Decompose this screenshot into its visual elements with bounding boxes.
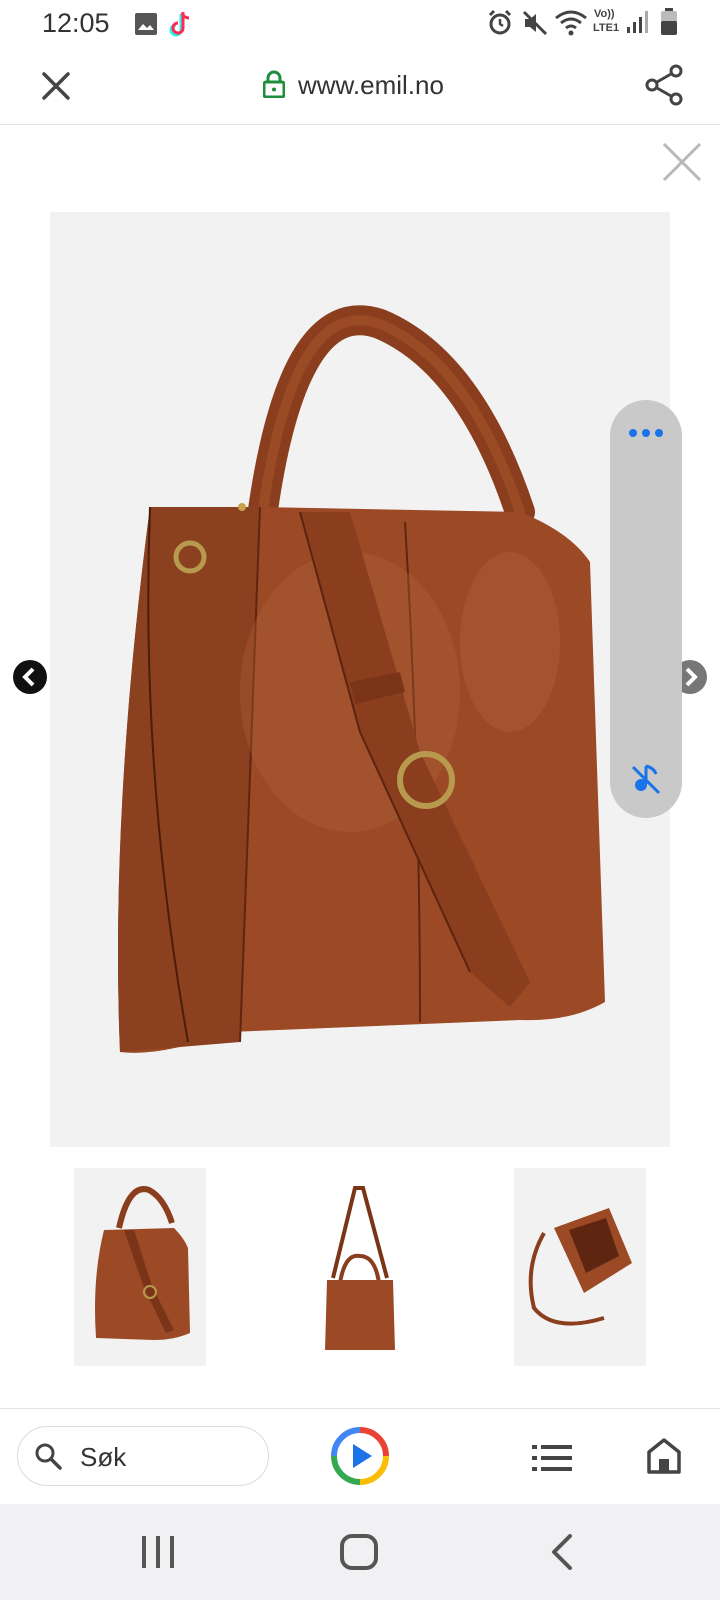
more-icon[interactable] [628, 428, 664, 438]
floating-media-panel[interactable] [610, 400, 682, 818]
thumbnail-3[interactable] [514, 1168, 646, 1366]
thumbnail-bag-front [95, 1186, 190, 1340]
search-icon [35, 1443, 62, 1470]
status-time: 12:05 [42, 8, 110, 38]
tiktok-icon [169, 12, 190, 37]
thumbnail-2[interactable] [295, 1168, 425, 1366]
url-text[interactable]: www.emil.no [298, 70, 444, 101]
lock-icon [263, 70, 285, 98]
thumbnail-bag-open [528, 1208, 632, 1326]
close-icon[interactable] [40, 70, 72, 102]
list-icon[interactable] [532, 1445, 572, 1471]
browser-url-bar: www.emil.no [0, 48, 720, 125]
prev-arrow-icon[interactable] [12, 659, 48, 695]
music-off-icon[interactable] [630, 762, 662, 796]
carrier-label-bottom: LTE1 [593, 22, 620, 34]
recents-icon[interactable] [140, 1536, 176, 1568]
thumbnail-bag-strap [325, 1186, 395, 1350]
system-nav-bar [0, 1504, 720, 1600]
gallery-icon [135, 13, 157, 35]
play-icon[interactable] [330, 1426, 390, 1486]
alarm-icon [488, 9, 512, 35]
close-viewer-icon[interactable] [662, 142, 702, 182]
home-icon[interactable] [646, 1437, 682, 1475]
back-icon[interactable] [550, 1534, 574, 1570]
status-bar: 12:05 Vo)) LTE1 [0, 0, 720, 48]
home-nav-icon[interactable] [340, 1534, 378, 1570]
thumbnail-1[interactable] [74, 1168, 206, 1366]
signal-icon [627, 11, 648, 33]
carrier-label-top: Vo)) [594, 8, 615, 20]
leather-bag-image [118, 305, 605, 1053]
search-label: Søk [80, 1442, 127, 1472]
share-icon[interactable] [644, 64, 684, 106]
product-main-image[interactable] [50, 212, 670, 1147]
bottom-toolbar: Søk [0, 1408, 720, 1505]
wifi-icon [555, 10, 587, 36]
mute-icon [522, 10, 548, 36]
search-box[interactable]: Søk [17, 1426, 269, 1486]
battery-icon [661, 8, 677, 35]
